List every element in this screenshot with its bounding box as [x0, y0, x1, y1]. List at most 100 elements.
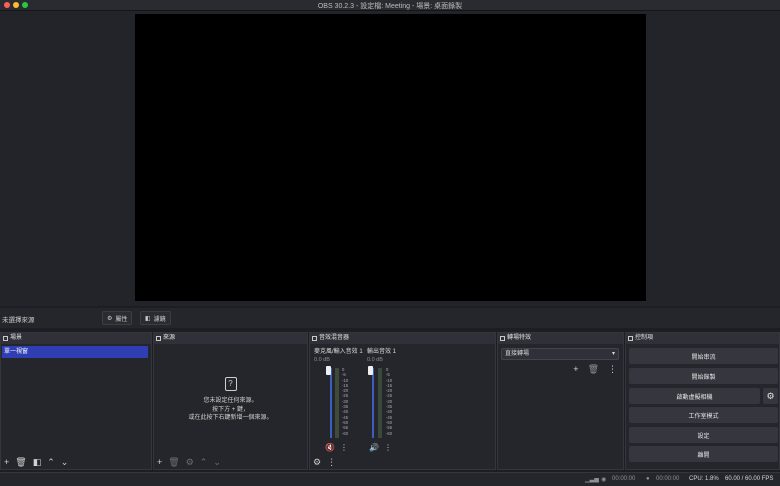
exit-button[interactable]: 離開: [629, 446, 778, 462]
transitions-dock-header: 轉場特效: [498, 333, 623, 344]
scenes-dock: 場景 單一視窗 + 🗑 ◧ ⌃ ⌄: [0, 332, 152, 470]
gear-icon: ⚙: [766, 390, 775, 401]
move-down-icon[interactable]: ⌄: [213, 457, 221, 467]
sources-title: 來源: [163, 335, 176, 341]
move-down-icon[interactable]: ⌄: [61, 457, 69, 467]
dock-icon: [3, 336, 8, 341]
scale-tick: -40: [386, 409, 393, 415]
filters-label: 濾鏡: [153, 316, 166, 323]
start-streaming-button[interactable]: 開始串流: [629, 348, 778, 364]
selected-source-label: 未選擇來源: [2, 317, 35, 324]
scene-item[interactable]: 單一視窗: [2, 346, 148, 358]
channel-controls: 🔊 ⋮: [369, 443, 392, 452]
fps-readout: 60.00 / 60.00 FPS: [725, 476, 774, 482]
volume-fader-knob[interactable]: [326, 366, 331, 375]
volume-fader-knob[interactable]: [368, 366, 373, 375]
more-options-icon[interactable]: ⋮: [340, 443, 348, 452]
filter-icon[interactable]: ◧: [33, 457, 42, 467]
move-up-icon[interactable]: ⌃: [47, 457, 55, 467]
transition-select[interactable]: 直接轉場 ▾: [501, 348, 619, 360]
start-virtual-camera-button[interactable]: 啟動虛擬相機: [629, 388, 760, 404]
network-icon: ▁▃▅: [585, 477, 599, 483]
mixer-toolbar: ⚙ ⋮: [310, 455, 495, 469]
volume-fader-track[interactable]: [372, 368, 374, 438]
level-meter: [335, 368, 339, 438]
add-icon[interactable]: +: [4, 457, 9, 467]
empty-message-line: 按下方 + 鍵，: [212, 406, 249, 413]
trash-icon[interactable]: 🗑: [15, 457, 26, 467]
preview-area: [0, 11, 780, 306]
preview-canvas[interactable]: [135, 14, 646, 301]
cpu-usage: CPU: 1.8%: [689, 476, 719, 482]
dock-icon: [156, 336, 161, 341]
meter-scale: 0 -5 -10 -15 -20 -25 -30 -35 -40 -45 -50…: [386, 367, 392, 436]
mixer-title: 音效混音器: [319, 335, 350, 341]
question-icon: ?: [224, 377, 237, 391]
volume-fader-track[interactable]: [330, 368, 332, 438]
scale-tick: -60: [386, 430, 393, 436]
empty-message-line: 或在此按下右鍵新增一個來源。: [188, 415, 273, 421]
scale-tick: -25: [342, 393, 349, 399]
audio-mixer-dock: 音效混音器 麥克風/輸入音效 1 0.0 dB 0 -5 -10 -15 -20…: [309, 332, 496, 470]
more-options-icon[interactable]: ⋮: [608, 364, 617, 375]
transition-select-value: 直接轉場: [505, 351, 530, 357]
scale-tick: -40: [342, 409, 349, 415]
channel-name: 麥克風/輸入音效 1: [314, 349, 363, 355]
add-icon[interactable]: +: [573, 364, 578, 375]
mixer-dock-header: 音效混音器: [310, 333, 495, 344]
chevron-down-icon: ▾: [611, 351, 615, 357]
window-title: OBS 30.2.3 - 設定檔: Meeting - 場景: 桌面錄製: [317, 3, 463, 10]
mixer-channel: 麥克風/輸入音效 1 0.0 dB 0 -5 -10 -15 -20 -25 -…: [314, 346, 364, 452]
trash-icon[interactable]: 🗑: [588, 364, 599, 375]
settings-button[interactable]: 設定: [629, 427, 778, 443]
controls-title: 控制項: [635, 335, 654, 341]
meter-scale: 0 -5 -10 -15 -20 -25 -30 -35 -40 -45 -50…: [342, 367, 348, 436]
sources-dock-header: 來源: [154, 333, 307, 344]
channel-controls: 🔇 ⋮: [325, 443, 348, 452]
filters-button[interactable]: ◧ 濾鏡: [140, 311, 171, 325]
empty-message-line: 您未設定任何來源。: [203, 398, 258, 404]
stream-icon: ◉: [601, 477, 607, 483]
gear-icon[interactable]: ⚙: [186, 457, 194, 467]
dock-icon: [312, 336, 317, 341]
filter-icon: ◧: [145, 315, 151, 322]
channel-name: 輸出音效 1: [367, 349, 397, 355]
source-context-bar: 未選擇來源 ⚙ 屬性 ◧ 濾鏡: [0, 308, 780, 328]
scale-tick: -55: [342, 425, 349, 431]
properties-button[interactable]: ⚙ 屬性: [102, 311, 133, 325]
more-options-icon[interactable]: ⋮: [327, 457, 336, 467]
transitions-dock: 轉場特效 直接轉場 ▾ + 🗑 ⋮: [497, 332, 624, 470]
scale-tick: -55: [386, 425, 393, 431]
level-meter: [378, 368, 382, 438]
add-icon[interactable]: +: [157, 457, 162, 467]
start-recording-button[interactable]: 開始錄製: [629, 368, 778, 384]
channel-db: 0.0 dB: [367, 357, 383, 363]
transitions-title: 轉場特效: [507, 335, 532, 341]
gear-icon: ⚙: [107, 315, 113, 322]
transition-tools: + 🗑 ⋮: [573, 364, 617, 375]
controls-dock: 控制項 開始串流 開始錄製 啟動虛擬相機 ⚙ 工作室模式 設定 離開: [625, 332, 780, 470]
advanced-audio-icon[interactable]: ⚙: [313, 457, 321, 467]
mixer-channel: 輸出音效 1 0.0 dB 0 -5 -10 -15 -20 -25 -30 -…: [367, 346, 417, 452]
record-icon: ●: [646, 476, 650, 482]
controls-dock-header: 控制項: [626, 333, 779, 344]
scenes-toolbar: + 🗑 ◧ ⌃ ⌄: [1, 455, 151, 469]
studio-mode-button[interactable]: 工作室模式: [629, 407, 778, 423]
dock-icon: [628, 336, 633, 341]
channel-db: 0.0 dB: [314, 357, 330, 363]
speaker-icon[interactable]: 🔊: [369, 443, 379, 452]
virtual-camera-settings-button[interactable]: ⚙: [763, 388, 778, 404]
scale-tick: -25: [386, 393, 393, 399]
trash-icon[interactable]: 🗑: [168, 457, 179, 467]
scenes-dock-header: 場景: [1, 333, 151, 344]
sources-empty-state[interactable]: ? 您未設定任何來源。 按下方 + 鍵， 或在此按下右鍵新增一個來源。: [154, 377, 307, 423]
move-up-icon[interactable]: ⌃: [200, 457, 208, 467]
scenes-title: 場景: [10, 335, 23, 341]
dock-icon: [500, 336, 505, 341]
record-time: 00:00:00: [656, 476, 680, 482]
scale-tick: -60: [342, 430, 349, 436]
properties-label: 屬性: [115, 316, 128, 323]
stream-time: 00:00:00: [612, 476, 636, 482]
more-options-icon[interactable]: ⋮: [384, 443, 392, 452]
muted-speaker-icon[interactable]: 🔇: [325, 443, 335, 452]
